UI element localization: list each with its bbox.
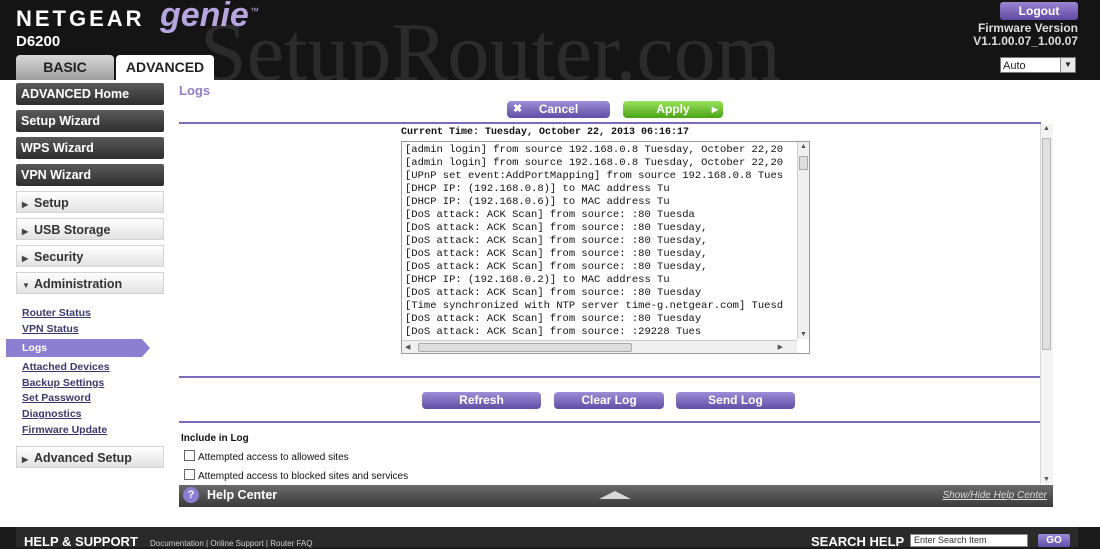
scroll-up-icon[interactable]: ▲ xyxy=(1043,125,1050,132)
search-help-input[interactable]: Enter Search Item xyxy=(910,534,1028,547)
log-line: [DoS attack: ACK Scan] from source: :80 … xyxy=(405,287,702,299)
arrow-right-icon: ▶ xyxy=(711,105,718,114)
triangle-right-icon: ▶ xyxy=(22,254,29,263)
send-log-button[interactable]: Send Log xyxy=(676,392,795,409)
sidebar-item-router-status[interactable]: Router Status xyxy=(22,306,164,322)
tab-advanced[interactable]: ADVANCED xyxy=(116,55,214,80)
chevron-down-icon[interactable]: ▼ xyxy=(1060,58,1075,72)
main-content: Logs ✖ Cancel Apply ▶ Current Time: Tues… xyxy=(179,80,1053,485)
administration-submenu: Router Status VPN Status Logs Attached D… xyxy=(6,306,164,439)
nav-setup-wizard[interactable]: Setup Wizard xyxy=(16,110,164,132)
triangle-right-icon: ▶ xyxy=(22,455,29,464)
current-time: Current Time: Tuesday, October 22, 2013 … xyxy=(401,127,690,138)
log-line: [DoS attack: ACK Scan] from source: :80 … xyxy=(405,209,695,221)
search-go-button[interactable]: GO xyxy=(1038,534,1070,547)
log-line: [DoS attack: ACK Scan] from source: :80 … xyxy=(405,222,708,234)
divider xyxy=(179,376,1041,378)
chevron-up-icon[interactable] xyxy=(599,491,631,499)
sidebar-item-backup-settings[interactable]: Backup Settings xyxy=(22,376,164,392)
sidebar-item-vpn-status[interactable]: VPN Status xyxy=(22,322,164,338)
blocked-sites-checkbox[interactable] xyxy=(184,469,195,480)
scroll-down-icon[interactable]: ▼ xyxy=(1043,476,1050,483)
allowed-sites-checkbox[interactable] xyxy=(184,450,195,461)
nav-wps-wizard[interactable]: WPS Wizard xyxy=(16,137,164,159)
nav-section-setup[interactable]: ▶ Setup xyxy=(16,191,164,213)
question-icon: ? xyxy=(183,487,199,503)
router-model: D6200 xyxy=(16,33,61,50)
nav-section-security[interactable]: ▶ Security xyxy=(16,245,164,267)
content-vertical-scroll-thumb[interactable] xyxy=(1042,138,1051,350)
language-select[interactable]: Auto ▼ xyxy=(1000,57,1076,73)
log-line: [admin login] from source 192.168.0.8 Tu… xyxy=(405,144,784,156)
option-allowed-sites[interactable]: Attempted access to allowed sites xyxy=(184,450,349,463)
trademark-mark: ™ xyxy=(250,6,259,16)
scroll-up-icon[interactable]: ▲ xyxy=(800,143,807,150)
option-blocked-sites[interactable]: Attempted access to blocked sites and se… xyxy=(184,469,408,482)
netgear-logo: NETGEAR xyxy=(16,6,145,31)
nav-section-usb-storage[interactable]: ▶ USB Storage xyxy=(16,218,164,240)
page-title: Logs xyxy=(179,83,211,98)
scroll-left-icon[interactable]: ◀ xyxy=(405,343,410,351)
help-center-bar: ? Help Center Show/Hide Help Center xyxy=(179,485,1053,507)
log-textarea[interactable]: [admin login] from source 192.168.0.8 Tu… xyxy=(401,141,810,354)
nav-vpn-wizard[interactable]: VPN Wizard xyxy=(16,164,164,186)
include-in-log-heading: Include in Log xyxy=(181,433,249,444)
log-vertical-scrollbar[interactable]: ▲ ▼ xyxy=(797,142,809,339)
content-vertical-scrollbar[interactable]: ▲ ▼ xyxy=(1040,124,1053,484)
divider xyxy=(179,421,1041,423)
log-lines: [admin login] from source 192.168.0.8 Tu… xyxy=(405,144,799,339)
triangle-right-icon: ▶ xyxy=(22,227,29,236)
sidebar-item-diagnostics[interactable]: Diagnostics xyxy=(22,407,164,423)
nav-section-administration[interactable]: ▼ Administration xyxy=(16,272,164,294)
log-line: [DoS attack: ACK Scan] from source: :80 … xyxy=(405,235,708,247)
show-hide-help-link[interactable]: Show/Hide Help Center xyxy=(943,490,1048,501)
log-line: [DoS attack: ACK Scan] from source: :292… xyxy=(405,326,702,338)
tab-basic[interactable]: BASIC xyxy=(16,55,114,80)
genie-logo: genie xyxy=(160,0,249,34)
log-vertical-scroll-thumb[interactable] xyxy=(799,156,808,170)
page-body: ADVANCED Home Setup Wizard WPS Wizard VP… xyxy=(0,80,1100,527)
clear-log-button[interactable]: Clear Log xyxy=(554,392,664,409)
sidebar-item-attached-devices[interactable]: Attached Devices xyxy=(22,360,164,376)
sidebar-item-logs[interactable]: Logs xyxy=(6,339,150,358)
scroll-right-icon[interactable]: ▶ xyxy=(778,343,783,351)
refresh-button[interactable]: Refresh xyxy=(422,392,541,409)
triangle-right-icon: ▶ xyxy=(22,200,29,209)
log-line: [DHCP IP: (192.168.0.6)] to MAC address … xyxy=(405,196,670,208)
firmware-version-value: V1.1.00.07_1.00.07 xyxy=(973,34,1078,48)
log-line: [Time synchronized with NTP server time-… xyxy=(405,300,784,312)
cancel-button[interactable]: ✖ Cancel xyxy=(507,101,610,118)
scroll-down-icon[interactable]: ▼ xyxy=(800,331,807,338)
language-select-value: Auto xyxy=(1003,60,1026,72)
sidebar-item-firmware-update[interactable]: Firmware Update xyxy=(22,423,164,439)
sidebar-item-set-password[interactable]: Set Password xyxy=(22,391,164,407)
sidebar: ADVANCED Home Setup Wizard WPS Wizard VP… xyxy=(16,83,164,299)
footer: HELP & SUPPORT Documentation | Online Su… xyxy=(16,527,1078,549)
nav-section-advanced-setup[interactable]: ▶ Advanced Setup xyxy=(16,446,164,468)
apply-button[interactable]: Apply ▶ xyxy=(623,101,723,118)
close-icon: ✖ xyxy=(513,103,523,115)
logout-button[interactable]: Logout xyxy=(1000,2,1078,20)
log-line: [DoS attack: ACK Scan] from source: :80 … xyxy=(405,313,702,325)
log-line: [DHCP IP: (192.168.0.2)] to MAC address … xyxy=(405,274,670,286)
log-line: [DHCP IP: (192.168.0.8)] to MAC address … xyxy=(405,183,670,195)
log-line: [admin login] from source 192.168.0.8 Tu… xyxy=(405,157,784,169)
log-line: [DoS attack: ACK Scan] from source: :80 … xyxy=(405,261,708,273)
header: NETGEAR genie ™ D6200 BASIC ADVANCED Log… xyxy=(0,0,1100,80)
log-horizontal-scrollbar[interactable]: ◀ ▶ xyxy=(402,340,797,353)
firmware-version-label: Firmware Version xyxy=(977,21,1078,35)
divider xyxy=(179,122,1041,124)
log-line: [DoS attack: ACK Scan] from source: :80 … xyxy=(405,248,708,260)
triangle-down-icon: ▼ xyxy=(22,281,30,290)
log-horizontal-scroll-thumb[interactable] xyxy=(418,343,632,352)
help-center-title: Help Center xyxy=(207,488,278,502)
nav-advanced-home[interactable]: ADVANCED Home xyxy=(16,83,164,105)
log-line: [UPnP set event:AddPortMapping] from sou… xyxy=(405,170,784,182)
